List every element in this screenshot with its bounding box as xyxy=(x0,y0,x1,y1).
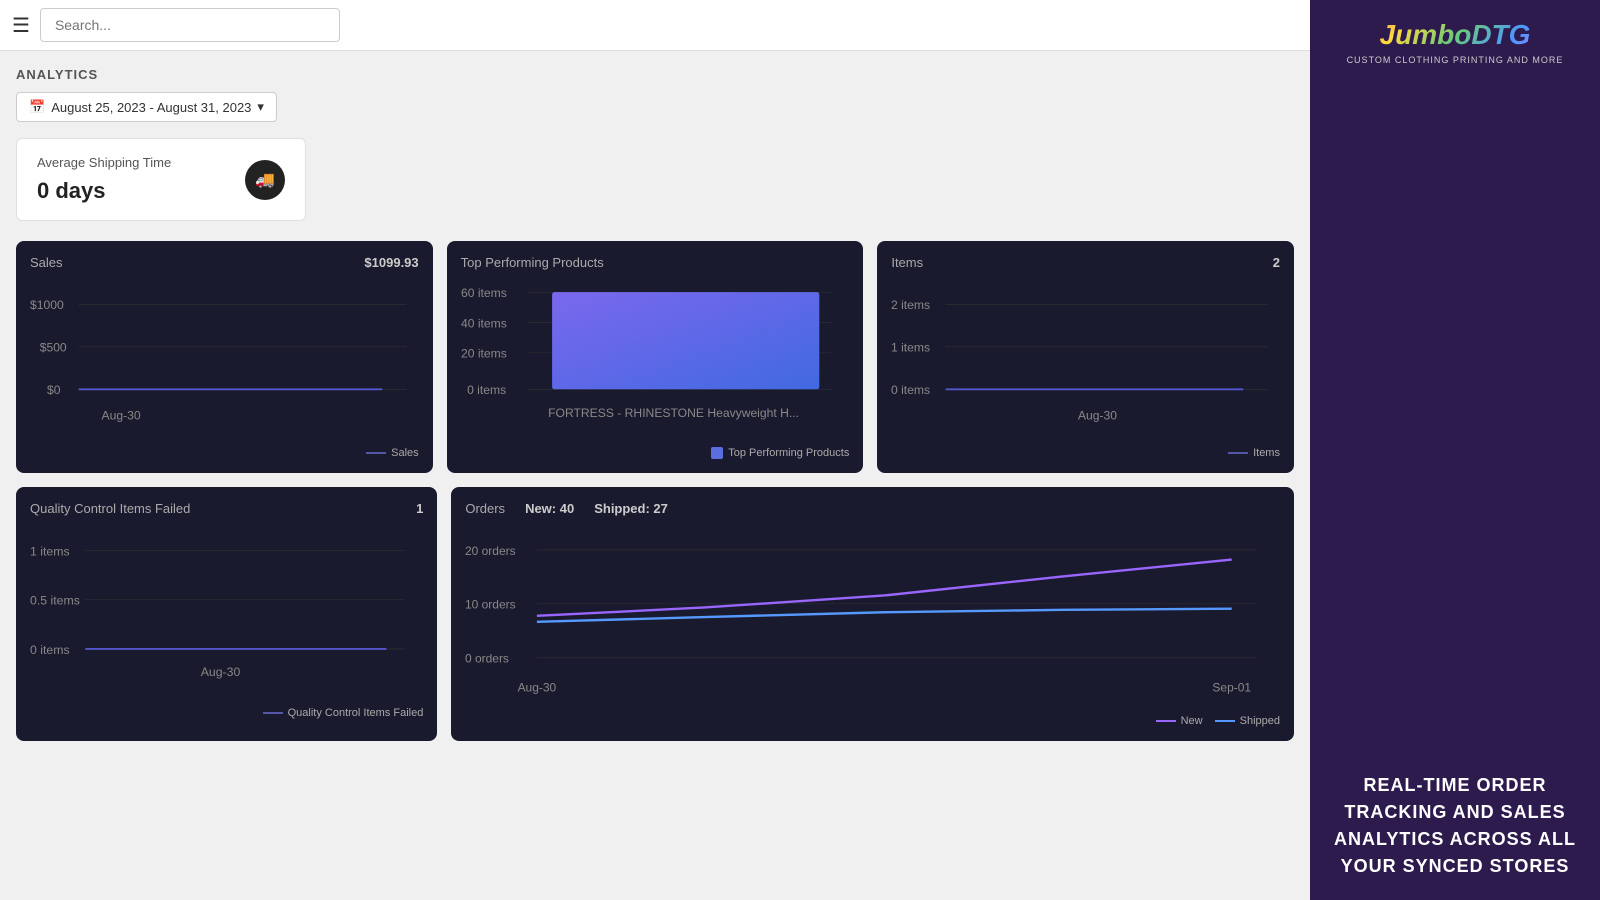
date-range-picker[interactable]: 📅 August 25, 2023 - August 31, 2023 ▾ xyxy=(16,92,277,122)
svg-text:1 items: 1 items xyxy=(30,544,70,558)
svg-text:Aug-30: Aug-30 xyxy=(1078,409,1117,423)
svg-text:Sep-01: Sep-01 xyxy=(1213,680,1252,694)
items-value: 2 xyxy=(1273,255,1280,270)
items-title: Items xyxy=(891,255,923,270)
svg-text:$1000: $1000 xyxy=(30,298,64,312)
svg-text:0 items: 0 items xyxy=(30,643,70,657)
svg-text:Aug-30: Aug-30 xyxy=(518,680,557,694)
svg-text:$0: $0 xyxy=(47,383,61,397)
qc-title: Quality Control Items Failed xyxy=(30,501,190,516)
items-chart: 2 items 1 items 0 items Aug-30 xyxy=(891,280,1280,438)
orders-chart: 20 orders 10 orders 0 orders Aug-30 Sep-… xyxy=(465,526,1280,706)
orders-new-label: New: 40 xyxy=(525,501,574,516)
orders-shipped-label: Shipped: 27 xyxy=(594,501,668,516)
svg-text:20 orders: 20 orders xyxy=(465,544,516,558)
svg-text:Aug-30: Aug-30 xyxy=(201,665,241,679)
svg-text:FORTRESS - RHINESTONE Heavywei: FORTRESS - RHINESTONE Heavyweight H... xyxy=(548,406,799,420)
sales-card: Sales $1099.93 $1000 $500 $0 Aug-30 xyxy=(16,241,433,473)
top-products-legend: Top Performing Products xyxy=(711,447,849,459)
shipping-card-title: Average Shipping Time xyxy=(37,155,171,170)
logo-subtitle: CUSTOM CLOTHING PRINTING AND MORE xyxy=(1347,55,1564,65)
bottom-charts-grid: Quality Control Items Failed 1 1 items 0… xyxy=(16,487,1294,741)
top-products-chart: 60 items 40 items 20 items 0 items FORTR… xyxy=(461,280,850,438)
qc-legend: Quality Control Items Failed xyxy=(263,707,424,719)
calendar-icon: 📅 xyxy=(29,99,45,115)
orders-title: Orders xyxy=(465,501,505,516)
shipping-card: Average Shipping Time 0 days 🚚 xyxy=(16,138,306,221)
shipping-card-value: 0 days xyxy=(37,178,171,204)
date-range-label: August 25, 2023 - August 31, 2023 xyxy=(51,100,251,115)
items-legend: Items xyxy=(1228,447,1280,459)
svg-text:40 items: 40 items xyxy=(461,316,507,330)
chevron-down-icon: ▾ xyxy=(257,99,264,115)
qc-card: Quality Control Items Failed 1 1 items 0… xyxy=(16,487,437,741)
top-charts-grid: Sales $1099.93 $1000 $500 $0 Aug-30 xyxy=(16,241,1294,473)
menu-icon[interactable]: ☰ xyxy=(12,13,30,38)
sidebar: JumboDTG CUSTOM CLOTHING PRINTING AND MO… xyxy=(1310,0,1600,900)
shipping-icon: 🚚 xyxy=(245,160,285,200)
top-products-title: Top Performing Products xyxy=(461,255,604,270)
svg-text:20 items: 20 items xyxy=(461,347,507,361)
search-input[interactable] xyxy=(40,8,340,42)
svg-text:2 items: 2 items xyxy=(891,298,930,312)
svg-text:0.5 items: 0.5 items xyxy=(30,594,80,608)
analytics-title: ANALYTICS xyxy=(16,67,1294,82)
qc-chart: 1 items 0.5 items 0 items Aug-30 xyxy=(30,526,423,698)
orders-card: Orders New: 40 Shipped: 27 20 orders 10 … xyxy=(451,487,1294,741)
svg-text:60 items: 60 items xyxy=(461,286,507,300)
svg-text:0 orders: 0 orders xyxy=(465,651,509,665)
items-card: Items 2 2 items 1 items 0 items Aug-30 xyxy=(877,241,1294,473)
svg-text:1 items: 1 items xyxy=(891,341,930,355)
orders-shipped-legend: Shipped xyxy=(1215,715,1280,727)
qc-value: 1 xyxy=(416,501,423,516)
logo-area: JumboDTG CUSTOM CLOTHING PRINTING AND MO… xyxy=(1330,20,1580,65)
sales-value: $1099.93 xyxy=(364,255,418,270)
svg-text:$500: $500 xyxy=(40,341,67,355)
top-products-card: Top Performing Products 60 items 40 item xyxy=(447,241,864,473)
svg-text:Aug-30: Aug-30 xyxy=(102,409,141,423)
svg-text:0 items: 0 items xyxy=(467,383,506,397)
logo-text: JumboDTG xyxy=(1347,20,1564,51)
svg-text:0 items: 0 items xyxy=(891,383,930,397)
svg-text:10 orders: 10 orders xyxy=(465,598,516,612)
sales-chart: $1000 $500 $0 Aug-30 xyxy=(30,280,419,438)
orders-new-legend: New xyxy=(1156,715,1203,727)
sales-title: Sales xyxy=(30,255,63,270)
sales-legend: Sales xyxy=(366,447,419,459)
sidebar-promo: REAL-TIME ORDER TRACKING AND SALES ANALY… xyxy=(1330,732,1580,880)
